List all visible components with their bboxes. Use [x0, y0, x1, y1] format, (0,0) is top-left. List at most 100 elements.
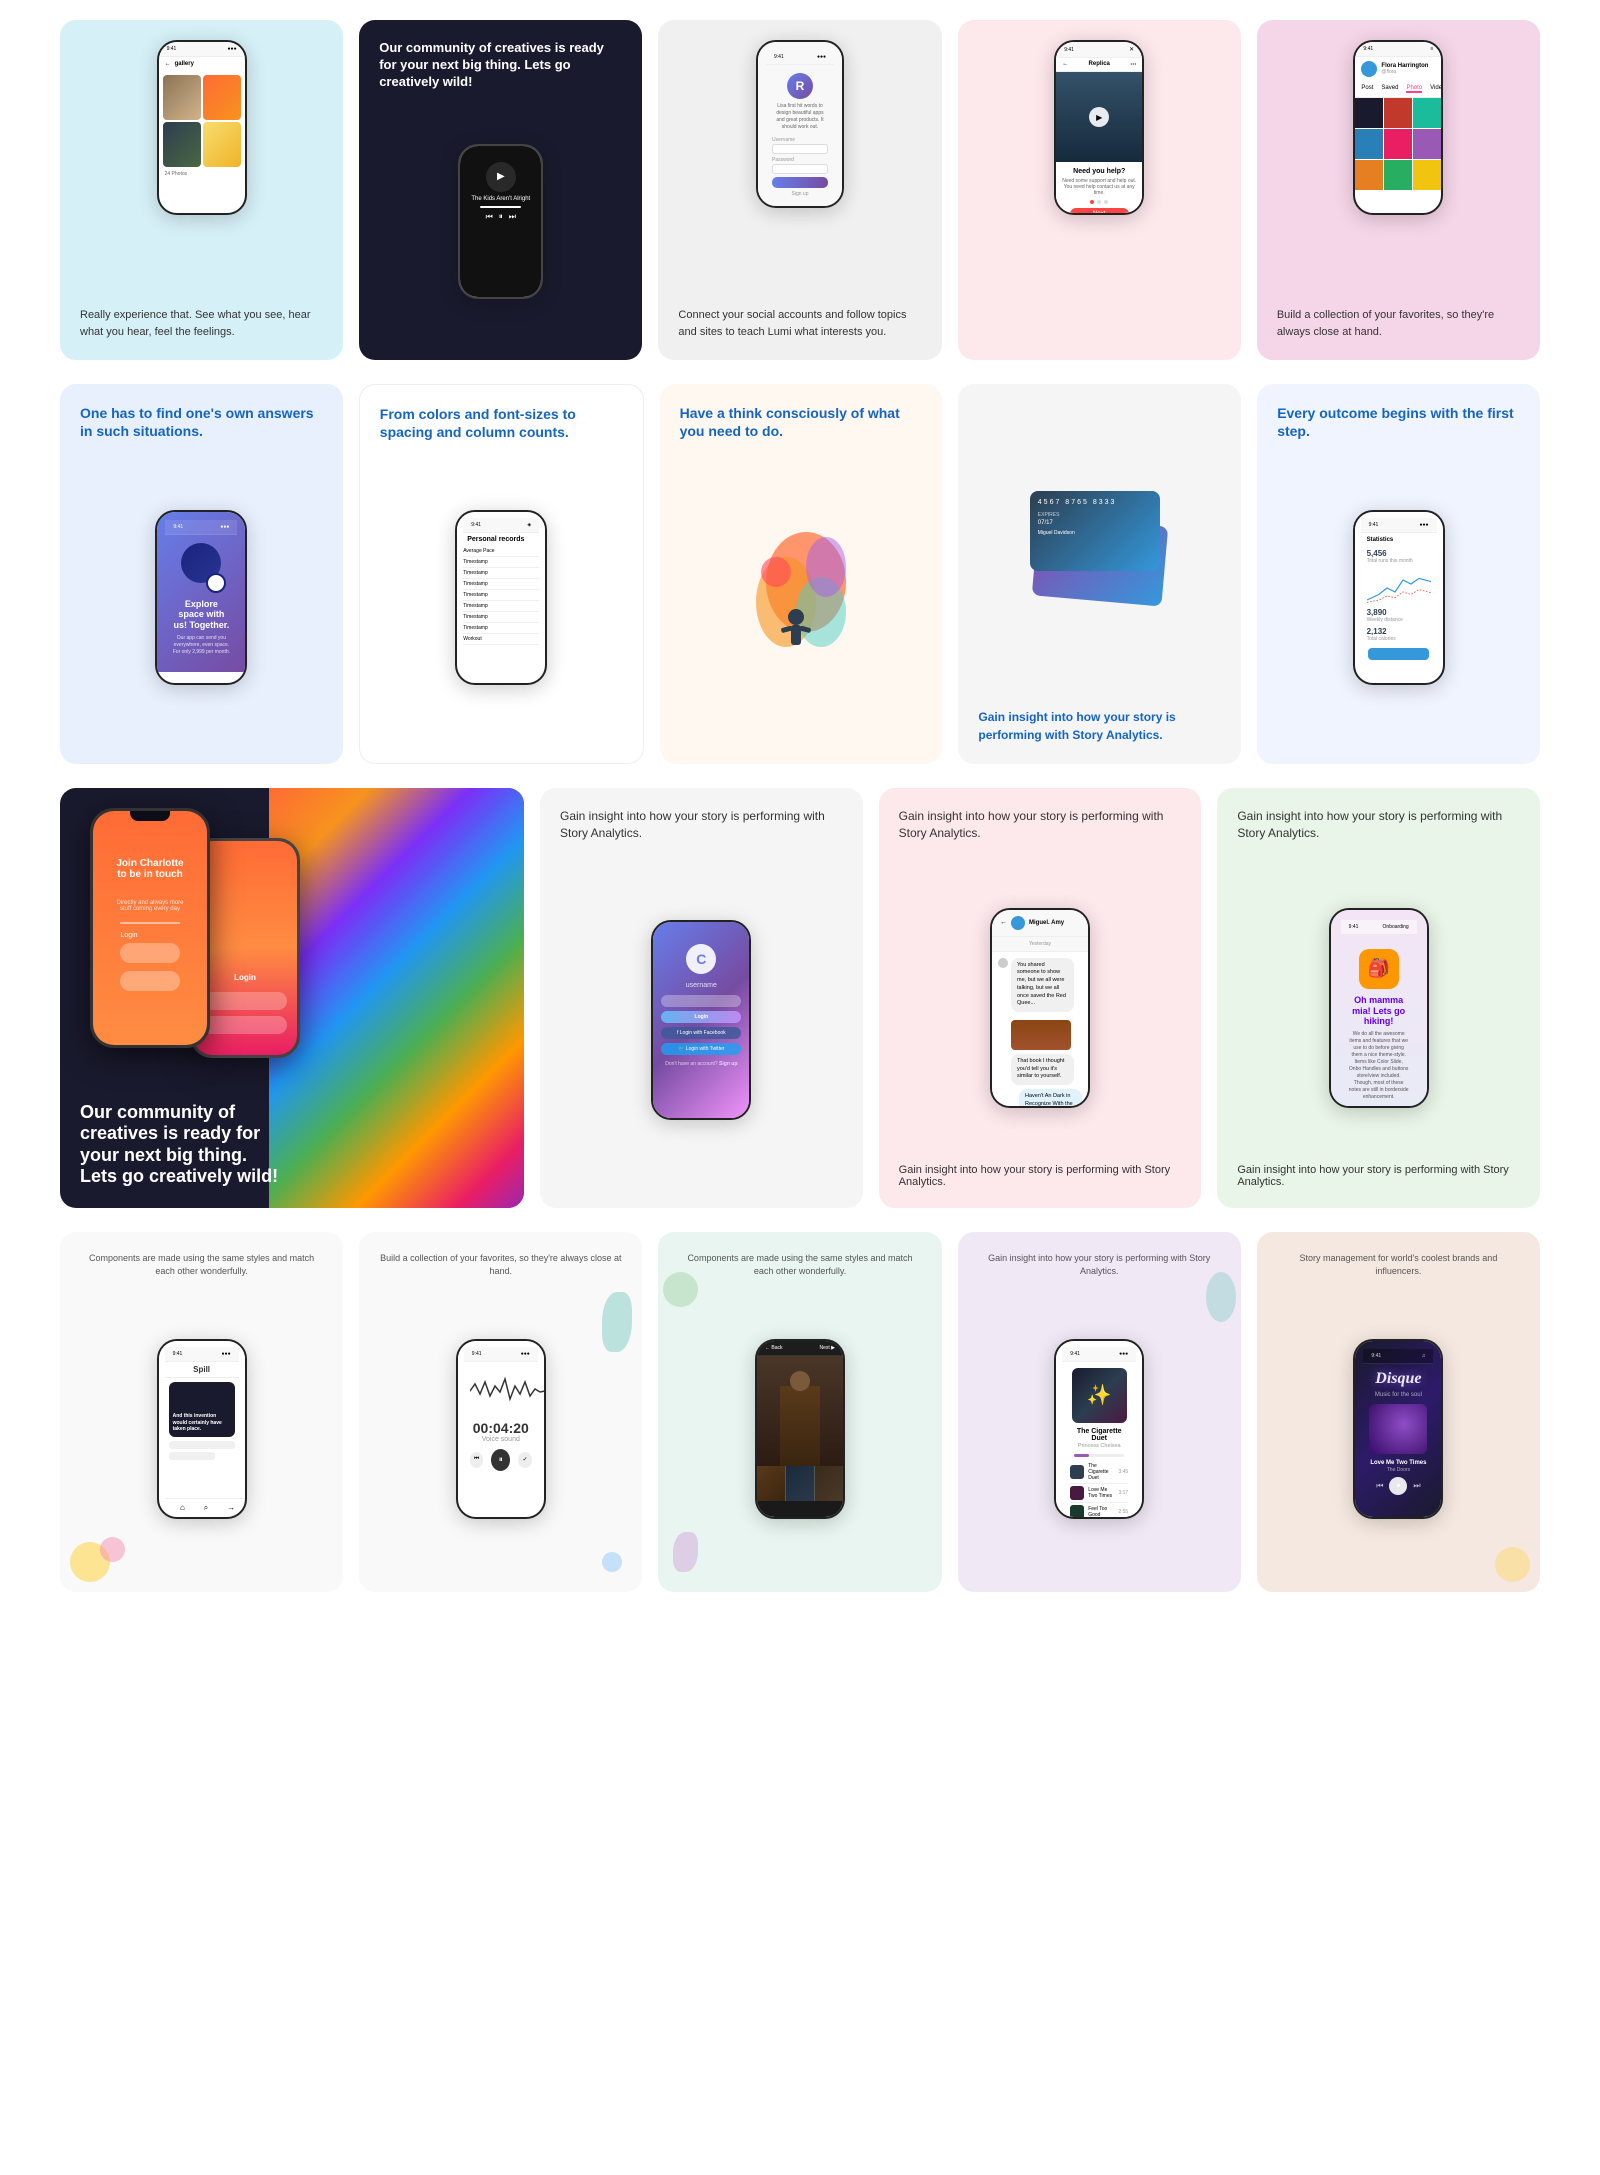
full-stats-btn[interactable]: [1368, 648, 1429, 660]
record-6: Timestamp: [463, 601, 539, 612]
card-bottom-r3c4: Gain insight into how your story is perf…: [1237, 1164, 1520, 1188]
username-input[interactable]: [772, 144, 828, 154]
login-purple-btn[interactable]: Login: [661, 1011, 741, 1023]
card-r3-loginpurple: Gain insight into how your story is perf…: [540, 788, 863, 1208]
music-progress-bar: [1074, 1454, 1124, 1457]
time-space: 9:41: [173, 524, 183, 530]
card-bottom-r3c3: Gain insight into how your story is perf…: [899, 1164, 1182, 1188]
tab-videos[interactable]: Videos: [1430, 85, 1443, 93]
card-number: 4567 8765 8333: [1038, 499, 1152, 506]
prev-icon[interactable]: ⏮: [486, 212, 493, 222]
pass-placeholder[interactable]: [203, 1016, 287, 1034]
stat-val-1: 5,456: [1367, 549, 1431, 558]
music-item-1[interactable]: The Cigarette Duet 3:45: [1070, 1461, 1128, 1484]
profile-img-1: [1355, 98, 1383, 128]
phone-r1c4: 9:41 ✕ ← Replica ⋯ ▶ Ne: [1054, 40, 1144, 215]
time: 9:41: [167, 46, 177, 52]
menu-icon[interactable]: ≡: [1430, 46, 1433, 52]
disco-screen: 9:41 ♫ Disque Music for the soul Love Me…: [1355, 1341, 1441, 1517]
time-stats: 9:41: [1369, 522, 1379, 528]
close-icon[interactable]: ✕: [1129, 46, 1134, 53]
card-r1-dark: Our community of creatives is ready for …: [359, 20, 642, 360]
replica-image: ▶: [1056, 72, 1142, 162]
abstract-bg: [269, 788, 524, 1208]
phone-container-r1c1: 9:41 ●●● ← gallery 24 Photos: [80, 40, 323, 215]
time-profile: 9:41: [1363, 46, 1373, 52]
back-photo[interactable]: ← Back: [765, 1345, 783, 1351]
tab-posts[interactable]: Post: [1361, 85, 1373, 93]
music-item-3[interactable]: Feel Too Good 2:55: [1070, 1503, 1128, 1519]
sound-prev[interactable]: ⏮: [470, 1452, 484, 1468]
msg-in-1-wrapper: You shared someone to show me, but we al…: [998, 958, 1082, 1016]
purple-input-user[interactable]: [661, 995, 741, 1007]
status-space: ●●●: [220, 524, 229, 530]
wifi-icon: ◈: [527, 522, 531, 528]
sound-play[interactable]: ⏸: [491, 1449, 510, 1471]
search-nav[interactable]: ⌕: [204, 1503, 208, 1513]
next-photo[interactable]: Next ▶: [819, 1345, 835, 1351]
msg-in-1: You shared someone to show me, but we al…: [1011, 958, 1074, 1012]
space-headline: Explore space with us! Together.: [171, 599, 231, 631]
replica-screen: 9:41 ✕ ← Replica ⋯ ▶ Ne: [1056, 42, 1142, 215]
dark-screen-content: ▶ The Kids Aren't Alright ⏮ ⏸ ⏭: [466, 162, 535, 222]
spill-screen: 9:41 ●●● Spill And this invention would …: [159, 1341, 245, 1473]
record-9: Workout: [463, 634, 539, 645]
home-nav[interactable]: ⌂: [180, 1503, 185, 1513]
profile-img-8: [1384, 160, 1412, 190]
stats-header: 9:41 ●●●: [1361, 518, 1437, 533]
music-item-2[interactable]: Love Me Two Times 3:17: [1070, 1484, 1128, 1503]
fb-btn[interactable]: f Login with Facebook: [661, 1027, 741, 1039]
disco-next[interactable]: ⏭: [1413, 1481, 1420, 1491]
card-text-r1c3: Connect your social accounts and follow …: [678, 307, 921, 340]
sign-up-link[interactable]: Sign up: [719, 1061, 737, 1067]
space-illustration: [176, 543, 226, 593]
card-r4-sound: Build a collection of your favorites, so…: [359, 1232, 642, 1592]
signup-link[interactable]: Sign up: [772, 191, 828, 197]
dot-active: [1090, 200, 1094, 204]
thumb-1[interactable]: [757, 1466, 786, 1501]
more-icon[interactable]: ⋯: [1130, 61, 1136, 68]
tw-btn[interactable]: 🐦 Login with Twitter: [661, 1043, 741, 1055]
phone-container-r3c3: ← Miguel. Amy Yesterday You shared someo…: [899, 852, 1182, 1164]
stat-desc-2: Weekly distance: [1367, 617, 1431, 623]
row-3: Join Charlotte to be in touch Directly a…: [60, 788, 1540, 1208]
next-button[interactable]: Next: [1070, 208, 1129, 215]
replica-header: 9:41 ✕: [1056, 42, 1142, 58]
main-photo-area: [757, 1356, 843, 1466]
record-name-7: Timestamp: [463, 614, 488, 620]
password-input[interactable]: [772, 164, 828, 174]
orange-login-screen: Join Charlotte to be in touch Directly a…: [93, 811, 207, 1045]
spill-content: And this invention would certainly have …: [165, 1378, 239, 1467]
signin-btn[interactable]: [772, 177, 828, 188]
card-bottom-r2c4: Gain insight into how your story is perf…: [978, 708, 1221, 744]
stats-screen: 9:41 ●●● Statistics 5,456 Total runs thi…: [1355, 512, 1443, 666]
login-input-2[interactable]: [120, 971, 179, 991]
back-chat[interactable]: ←: [1000, 919, 1007, 926]
card-headline-r1c2: Our community of creatives is ready for …: [379, 40, 622, 91]
thumb-3[interactable]: [815, 1466, 843, 1501]
profile-name-section: Flora Harrington @flora: [1381, 63, 1428, 75]
username-lbl: username: [661, 982, 741, 989]
status-music: ●●●: [1119, 1351, 1128, 1357]
next-nav[interactable]: →: [227, 1503, 235, 1513]
disco-play[interactable]: ⏸: [1389, 1477, 1407, 1495]
play-pause-icon[interactable]: ⏸: [499, 212, 503, 222]
next-icon[interactable]: ⏭: [509, 212, 516, 222]
thumb-2[interactable]: [786, 1466, 815, 1501]
login-input-1[interactable]: [120, 943, 179, 963]
sound-check[interactable]: ✓: [518, 1452, 532, 1468]
space-subtext: Our app can send you everywhere, even sp…: [171, 635, 231, 656]
play-button[interactable]: ▶: [1089, 107, 1109, 127]
dark-screen: ▶ The Kids Aren't Alright ⏮ ⏸ ⏭: [460, 146, 541, 297]
tab-saved[interactable]: Saved: [1381, 85, 1398, 93]
art1-title: And this invention would certainly have …: [173, 1413, 231, 1433]
stats-chart: [1367, 568, 1431, 608]
profile-img-2: [1384, 98, 1412, 128]
disco-prev[interactable]: ⏮: [1376, 1481, 1383, 1491]
blob-teal: [602, 1292, 632, 1352]
progress-bar: [480, 206, 521, 208]
input-placeholder[interactable]: [203, 992, 287, 1010]
back-replica[interactable]: ←: [1062, 61, 1068, 68]
phone-r3c2: C username Login f Login with Facebook 🐦…: [651, 920, 751, 1120]
tab-photo[interactable]: Photo: [1406, 85, 1422, 93]
